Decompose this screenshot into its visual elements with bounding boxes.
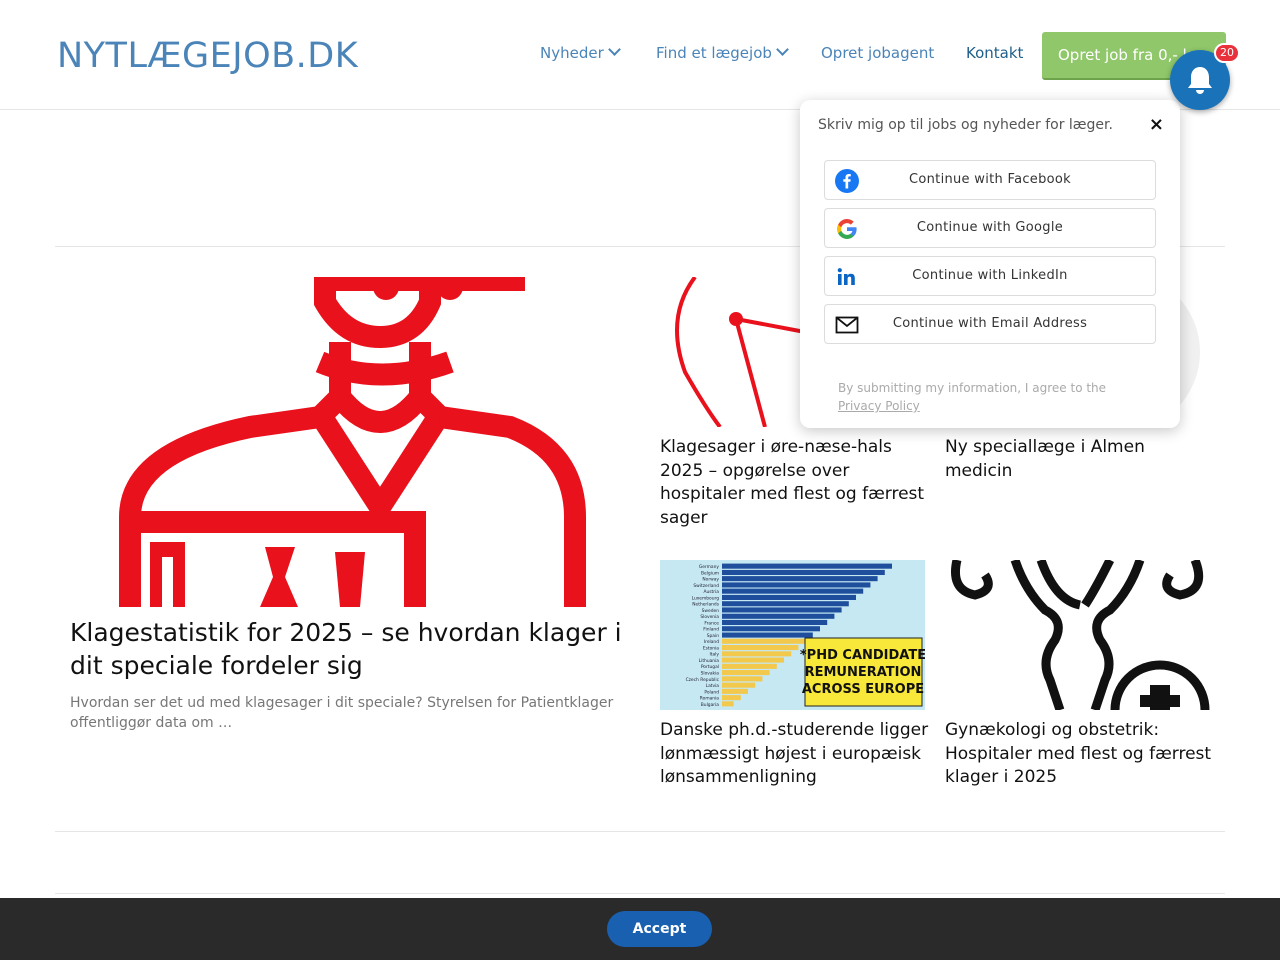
phd-bar — [722, 619, 828, 625]
continue-email-button[interactable]: Continue with Email Address — [824, 304, 1156, 344]
nav-item-label: Find et lægejob — [656, 44, 772, 62]
phd-bar — [722, 594, 856, 600]
nav-item-label: Opret jobagent — [821, 44, 935, 62]
phd-bar — [722, 657, 784, 663]
phd-country-label: Sweden — [702, 608, 720, 614]
phd-country-label: Belgium — [701, 570, 719, 576]
sso-label: Continue with Facebook — [909, 172, 1071, 187]
phd-bar — [722, 651, 792, 657]
phd-country-label: Netherlands — [692, 602, 719, 608]
phd-bar — [722, 569, 885, 575]
cookie-bar: Accept — [0, 898, 1280, 960]
phd-bar — [722, 676, 763, 682]
phd-bar — [722, 588, 864, 594]
phd-bar — [722, 582, 871, 588]
article-card-title[interactable]: Gynækologi og obstetrik: Hospitaler med … — [945, 719, 1215, 790]
featured-article-excerpt: Hvordan ser det ud med klagesager i dit … — [70, 695, 614, 731]
phd-country-label: Portugal — [701, 664, 719, 670]
phd-country-label: Slovakia — [701, 671, 720, 677]
phd-country-label: Latvia — [706, 683, 720, 689]
phd-bar — [722, 663, 777, 669]
phd-bar — [722, 626, 820, 632]
continue-linkedin-button[interactable]: Continue with LinkedIn — [824, 256, 1156, 296]
close-icon[interactable]: × — [1149, 114, 1164, 135]
divider — [55, 893, 1225, 894]
phd-country-label: Spain — [707, 633, 719, 639]
legal-prefix: By submitting my information, I agree to… — [838, 381, 1107, 395]
continue-google-button[interactable]: Continue with Google — [824, 208, 1156, 248]
phd-country-label: Slovenia — [700, 614, 719, 620]
phd-bar — [722, 601, 849, 607]
chevron-down-icon — [776, 43, 789, 56]
linkedin-icon — [837, 268, 855, 285]
popup-title: Skriv mig op til jobs og nyheder for læg… — [818, 117, 1113, 133]
privacy-policy-link[interactable]: Privacy Policy — [838, 399, 920, 413]
phd-bar — [722, 688, 748, 694]
phd-bar — [722, 701, 734, 707]
popup-legal-text: By submitting my information, I agree to… — [838, 379, 1148, 415]
google-icon — [837, 219, 857, 239]
nav-item-kontakt[interactable]: Kontakt — [966, 44, 1023, 62]
site-header: NYTLÆGEJOB.DK Nyheder Find et lægejob Op… — [0, 0, 1280, 110]
nav-item-find-laegejob[interactable]: Find et lægejob — [656, 43, 789, 62]
bell-icon — [1188, 67, 1212, 94]
nav-item-label: Nyheder — [540, 44, 604, 62]
featured-article-title[interactable]: Klagestatistik for 2025 – se hvordan kla… — [70, 616, 630, 682]
phd-country-label: Luxembourg — [692, 595, 720, 601]
phd-country-label: France — [704, 620, 719, 626]
continue-facebook-button[interactable]: Continue with Facebook — [824, 160, 1156, 200]
site-logo[interactable]: NYTLÆGEJOB.DK — [57, 36, 358, 76]
email-icon — [835, 316, 859, 334]
doctor-illustration — [119, 277, 586, 607]
chevron-down-icon — [607, 43, 621, 56]
phd-country-label: Italy — [709, 652, 719, 658]
phd-country-label: Romania — [700, 696, 720, 702]
sso-label: Continue with Google — [916, 220, 1064, 235]
phd-bar — [722, 682, 756, 688]
phd-bar — [722, 563, 892, 569]
article-image[interactable] — [945, 560, 1210, 710]
phd-image-text: *PHD CANDIDATE — [800, 648, 925, 663]
accept-cookies-button[interactable]: Accept — [607, 911, 712, 947]
article-card-title[interactable]: Danske ph.d.-studerende ligger lønmæssig… — [660, 719, 930, 790]
phd-country-label: Poland — [704, 689, 719, 695]
notification-count-badge: 20 — [1214, 43, 1240, 63]
phd-image-text: ACROSS EUROPE — [802, 682, 924, 697]
phd-bar — [722, 670, 770, 676]
phd-country-label: Finland — [703, 627, 719, 633]
phd-bar — [722, 645, 799, 651]
article-card-title[interactable]: Ny speciallæge i Almen medicin — [945, 436, 1215, 483]
sso-label: Continue with Email Address — [892, 316, 1088, 331]
phd-country-label: Germany — [699, 564, 720, 570]
phd-bar — [722, 576, 878, 582]
nav-item-nyheder[interactable]: Nyheder — [540, 43, 621, 62]
phd-bar — [722, 607, 842, 613]
phd-country-label: Lithuania — [699, 658, 720, 664]
phd-bar — [722, 638, 806, 644]
sso-label: Continue with LinkedIn — [912, 268, 1068, 283]
article-image[interactable]: Germany Belgium Norway Switzerland Austria Lu… — [660, 560, 925, 710]
facebook-icon — [835, 169, 859, 193]
phd-country-label: Austria — [703, 589, 719, 595]
phd-country-label: Switzerland — [693, 583, 719, 589]
phd-remuneration-chart-image: GermanyBelgiumNorwaySwitzerlandAustriaLu… — [660, 560, 925, 710]
phd-country-label: Norway — [702, 577, 719, 583]
phd-bar — [722, 613, 835, 619]
phd-country-label: Czech Republic — [686, 677, 720, 683]
nav-item-opret-jobagent[interactable]: Opret jobagent — [821, 44, 934, 62]
article-card-title[interactable]: Klagesager i øre-næse-hals 2025 – opgøre… — [660, 436, 930, 530]
subscribe-popup: Skriv mig op til jobs og nyheder for læg… — [800, 100, 1180, 428]
phd-country-label: Estonia — [703, 646, 719, 652]
phd-country-label: Ireland — [704, 639, 719, 645]
phd-bar — [722, 695, 741, 701]
phd-image-text: REMUNERATION — [805, 665, 922, 680]
nav-item-label: Kontakt — [966, 44, 1024, 62]
phd-country-label: Bulgaria — [701, 702, 720, 708]
divider — [55, 831, 1225, 832]
uterus-illustration — [951, 560, 1210, 710]
featured-article-image[interactable] — [70, 277, 617, 607]
phd-bar — [722, 632, 813, 638]
